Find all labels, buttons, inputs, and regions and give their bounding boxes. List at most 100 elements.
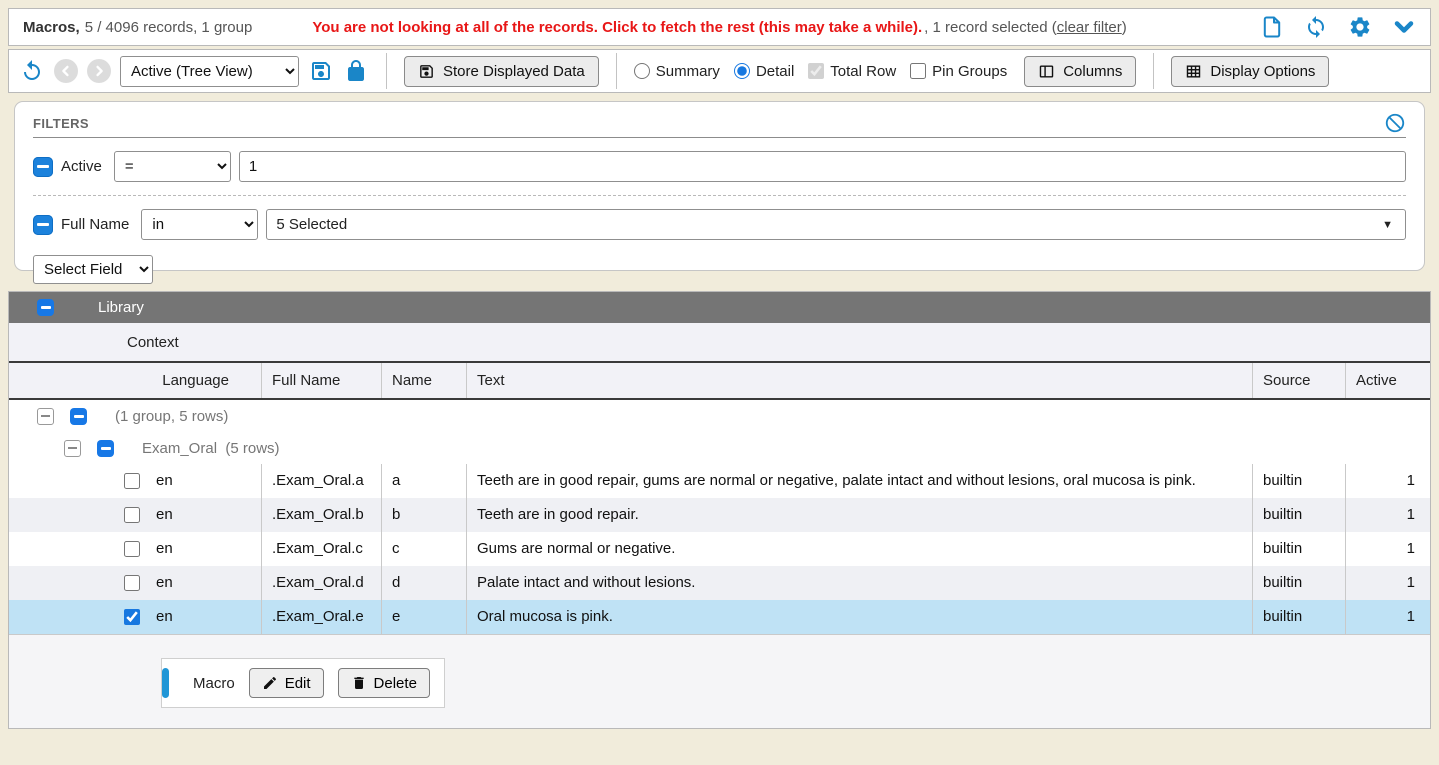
row-checkbox[interactable]: [124, 609, 140, 625]
row-checkbox[interactable]: [124, 507, 140, 523]
language-value: en: [156, 472, 173, 490]
back-icon[interactable]: [54, 59, 78, 83]
pin-groups-label[interactable]: Pin Groups: [932, 63, 1007, 80]
filters-divider: [33, 137, 1406, 138]
display-options-button[interactable]: Display Options: [1171, 56, 1329, 87]
fetch-warning[interactable]: You are not looking at all of the record…: [312, 19, 922, 36]
full-name-cell: .Exam_Oral.b: [261, 498, 381, 532]
edit-button[interactable]: Edit: [249, 668, 324, 698]
language-cell: en: [9, 498, 261, 532]
active-cell: 1: [1345, 600, 1430, 634]
table-row[interactable]: en.Exam_Oral.eeOral mucosa is pink.built…: [9, 600, 1430, 634]
library-title: Library: [98, 299, 144, 316]
name-cell: a: [381, 464, 466, 498]
selection-text: , 1 record selected (: [924, 19, 1057, 36]
column-header-active[interactable]: Active: [1345, 363, 1430, 398]
filter-multiselect-value: 5 Selected: [276, 216, 347, 233]
select-field-dropdown[interactable]: Select Field: [33, 255, 153, 284]
refresh-icon[interactable]: [1304, 15, 1328, 39]
forward-icon[interactable]: [87, 59, 111, 83]
language-cell: en: [9, 566, 261, 600]
store-displayed-data-button[interactable]: Store Displayed Data: [404, 56, 599, 87]
new-file-icon[interactable]: [1260, 15, 1284, 39]
collapse-exam-oral-icon[interactable]: [64, 440, 81, 457]
root-minus-icon[interactable]: [70, 408, 87, 425]
page: Macros, 5 / 4096 records, 1 group You ar…: [0, 0, 1439, 737]
summary-radio[interactable]: [634, 63, 650, 79]
undo-icon[interactable]: [19, 58, 45, 84]
name-cell: c: [381, 532, 466, 566]
clear-filter-link[interactable]: clear filter: [1057, 19, 1122, 36]
row-checkbox[interactable]: [124, 575, 140, 591]
active-cell: 1: [1345, 566, 1430, 600]
language-cell: en: [9, 464, 261, 498]
text-cell: Gums are normal or negative.: [466, 532, 1252, 566]
tree-row-root: (1 group, 5 rows): [9, 400, 1430, 432]
pin-groups-checkbox[interactable]: [910, 63, 926, 79]
summary-label[interactable]: Summary: [656, 63, 720, 80]
filter-multiselect[interactable]: 5 Selected▼: [266, 209, 1406, 240]
active-cell: 1: [1345, 498, 1430, 532]
language-cell: en: [9, 600, 261, 634]
row-checkbox[interactable]: [124, 473, 140, 489]
language-value: en: [156, 506, 173, 524]
toolbar-divider: [616, 53, 617, 89]
table-row[interactable]: en .Exam_Oral.aaTeeth are in good repair,…: [9, 464, 1430, 498]
name-cell: e: [381, 600, 466, 634]
filter-field-label: Active: [61, 158, 102, 175]
context-row: Context: [9, 323, 1430, 363]
text-cell: Teeth are in good repair.: [466, 498, 1252, 532]
total-row-label[interactable]: Total Row: [830, 63, 896, 80]
table-row[interactable]: en.Exam_Oral.ddPalate intact and without…: [9, 566, 1430, 600]
table-row[interactable]: en.Exam_Oral.bbTeeth are in good repair.…: [9, 498, 1430, 532]
table-row[interactable]: en.Exam_Oral.ccGums are normal or negati…: [9, 532, 1430, 566]
filter-remove-icon[interactable]: [33, 215, 53, 235]
add-filter-row: Select Field: [33, 255, 1406, 284]
columns-icon: [1038, 63, 1055, 80]
column-header-text[interactable]: Text: [466, 363, 1252, 398]
column-header-full-name[interactable]: Full Name: [261, 363, 381, 398]
text-cell: Palate intact and without lesions.: [466, 566, 1252, 600]
view-select[interactable]: Active (Tree View): [120, 56, 299, 87]
source-cell: builtin: [1252, 532, 1345, 566]
filter-value-input[interactable]: [239, 151, 1406, 182]
collapse-root-icon[interactable]: [37, 408, 54, 425]
column-header-name[interactable]: Name: [381, 363, 466, 398]
language-value: en: [156, 608, 173, 626]
column-header-language[interactable]: Language: [9, 363, 261, 398]
filter-operator-select[interactable]: =: [114, 151, 231, 182]
full-name-cell: .Exam_Oral.e: [261, 600, 381, 634]
lock-icon[interactable]: [343, 58, 369, 84]
full-name-cell: .Exam_Oral.d: [261, 566, 381, 600]
selection-info: , 1 record selected (clear filter): [924, 19, 1127, 36]
detail-radio[interactable]: [734, 63, 750, 79]
filter-row: Active =: [33, 151, 1406, 182]
root-group-label: (1 group, 5 rows): [115, 408, 228, 425]
filter-remove-icon[interactable]: [33, 157, 53, 177]
exam-oral-minus-icon[interactable]: [97, 440, 114, 457]
save-icon: [418, 63, 435, 80]
save-view-icon[interactable]: [308, 58, 334, 84]
group-header-library: Library: [9, 292, 1430, 323]
toolbar-divider: [1153, 53, 1154, 89]
language-value: en: [156, 540, 173, 558]
row-checkbox[interactable]: [124, 541, 140, 557]
full-name-cell: .Exam_Oral.a: [261, 464, 381, 498]
clear-filters-icon[interactable]: [1384, 112, 1406, 134]
gear-icon[interactable]: [1348, 15, 1372, 39]
columns-button[interactable]: Columns: [1024, 56, 1136, 87]
table-body: en .Exam_Oral.aaTeeth are in good repair,…: [9, 464, 1430, 634]
column-header-source[interactable]: Source: [1252, 363, 1345, 398]
collapse-library-icon[interactable]: [37, 299, 54, 316]
text-cell: Oral mucosa is pink.: [466, 600, 1252, 634]
filter-operator-select[interactable]: in: [141, 209, 258, 240]
table-header-row: Language Full Name Name Text Source Acti…: [9, 363, 1430, 400]
filter-field-label: Full Name: [61, 216, 129, 233]
delete-button[interactable]: Delete: [338, 668, 430, 698]
text-cell: Teeth are in good repair, gums are norma…: [466, 464, 1252, 498]
detail-label[interactable]: Detail: [756, 63, 794, 80]
chevron-down-icon[interactable]: [1392, 15, 1416, 39]
total-row-checkbox[interactable]: [808, 63, 824, 79]
macro-label: Macro: [193, 675, 235, 692]
pencil-icon: [262, 675, 278, 691]
